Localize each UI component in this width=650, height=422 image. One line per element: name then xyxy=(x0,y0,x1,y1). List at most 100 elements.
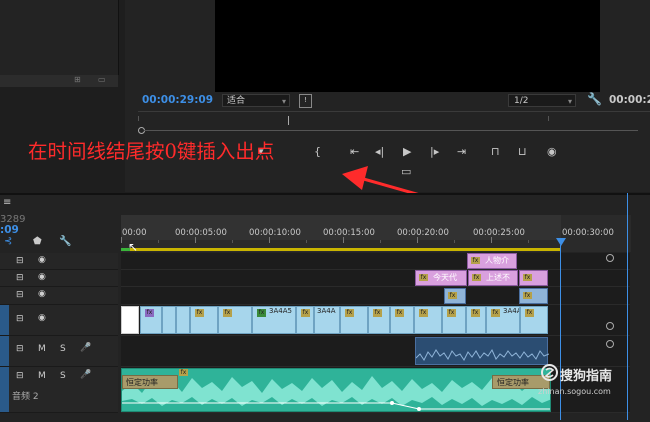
clip-name: 人物介 xyxy=(485,256,509,265)
ruler-label: 00:00:10:00 xyxy=(249,228,301,238)
track-scroll-handle[interactable] xyxy=(606,254,614,262)
microphone-icon[interactable]: 🎤 xyxy=(80,343,91,353)
video-clip[interactable]: fx xyxy=(296,306,314,334)
eye-icon[interactable]: ◉ xyxy=(38,313,46,323)
sequence-duration: 00:00:2 xyxy=(609,94,650,106)
sync-lock-icon[interactable]: ⊟ xyxy=(16,256,24,266)
audio-transition[interactable]: 恒定功率 xyxy=(122,375,178,389)
fit-dropdown[interactable]: 适合 ▾ xyxy=(222,94,290,107)
fx-badge-icon: fx xyxy=(448,292,457,299)
sync-lock-icon[interactable]: ⊟ xyxy=(16,314,24,324)
playhead-timecode[interactable]: 00:00:29:09 xyxy=(142,94,213,106)
mute-button[interactable]: M xyxy=(38,371,46,381)
trash-icon[interactable]: ▭ xyxy=(98,75,106,84)
fx-badge-icon: fx xyxy=(223,309,232,317)
program-monitor-viewer[interactable] xyxy=(215,0,600,92)
source-patch[interactable] xyxy=(0,367,9,412)
track-scroll-handle[interactable] xyxy=(606,322,614,330)
wrench-icon[interactable]: 🔧 xyxy=(587,92,602,106)
overlay-clip[interactable]: fx xyxy=(444,288,466,304)
fx-badge-icon: fx xyxy=(523,292,532,299)
video-clip[interactable]: fx xyxy=(190,306,218,334)
menu-icon[interactable]: ≡ xyxy=(3,197,11,208)
fx-badge-icon: fx xyxy=(257,309,266,317)
clip-name: 今天代 xyxy=(433,273,457,282)
sync-lock-icon[interactable]: ⊟ xyxy=(16,273,24,283)
timeline-ruler[interactable]: 00:00 00:00:05:00 00:00:10:00 00:00:15:0… xyxy=(121,215,561,252)
track-header-v3: ⊟ ◉ xyxy=(0,270,118,287)
snap-icon[interactable]: ⊰ xyxy=(4,236,12,247)
video-clip[interactable]: fx xyxy=(414,306,442,334)
video-clip[interactable]: fx xyxy=(140,306,162,334)
sync-lock-icon[interactable]: ⊟ xyxy=(16,290,24,300)
monitor-zoom-scrollbar[interactable] xyxy=(138,127,638,135)
cursor-icon: ↖ xyxy=(128,240,139,254)
go-to-out-icon[interactable]: ⇥ xyxy=(457,145,466,159)
video-clip[interactable]: fx xyxy=(520,306,548,334)
mute-button[interactable]: M xyxy=(38,344,46,354)
go-to-in-icon[interactable]: ⇤ xyxy=(350,145,359,159)
title-clip[interactable]: fx 人物介 xyxy=(467,253,517,269)
overlay-clip[interactable]: fx xyxy=(519,288,548,304)
video-clip[interactable]: fx 3A4A5 xyxy=(252,306,296,334)
watermark-brand: 搜狗指南 xyxy=(560,369,613,384)
project-panel xyxy=(0,0,119,75)
playhead-handle[interactable] xyxy=(556,238,566,246)
tool-icon[interactable]: ⊞ xyxy=(74,75,81,84)
sogou-logo-icon xyxy=(541,364,558,381)
title-clip[interactable]: fx 今天代 xyxy=(415,270,467,286)
audio-clip[interactable]: 恒定功率 fx 恒定功率 xyxy=(121,368,551,412)
video-clip[interactable]: fx xyxy=(390,306,414,334)
sync-lock-icon[interactable]: ⊟ xyxy=(16,371,24,381)
resolution-dropdown[interactable]: 1/2 ▾ xyxy=(508,94,576,107)
track-header-v1: ⊟ ◉ xyxy=(0,305,118,336)
fx-badge-icon: fx xyxy=(395,309,404,317)
lift-icon[interactable]: ⊓ xyxy=(491,145,500,159)
fit-dropdown-value: 适合 xyxy=(227,96,246,106)
mark-in-icon[interactable]: { xyxy=(314,145,321,159)
ruler-label: 00:00:15:00 xyxy=(323,228,375,238)
video-clip[interactable]: fx xyxy=(442,306,466,334)
track-v3[interactable] xyxy=(121,270,630,287)
source-patch[interactable] xyxy=(0,305,9,335)
camera-icon[interactable]: ◉ xyxy=(547,145,557,159)
sync-lock-icon[interactable]: ⊟ xyxy=(16,344,24,354)
source-patch[interactable] xyxy=(0,336,9,366)
fx-badge-icon: fx xyxy=(447,309,456,317)
title-clip[interactable]: fx xyxy=(519,270,548,286)
solo-button[interactable]: S xyxy=(60,371,66,381)
video-clip[interactable] xyxy=(176,306,190,334)
track-v2[interactable] xyxy=(121,287,630,305)
resolution-dropdown-value: 1/2 xyxy=(514,96,529,106)
video-clip[interactable]: fx xyxy=(368,306,390,334)
audio-clip[interactable] xyxy=(415,337,550,365)
eye-icon[interactable]: ◉ xyxy=(38,272,46,282)
video-clip[interactable]: fx 3A4A537 xyxy=(486,306,520,334)
monitor-time-ruler[interactable] xyxy=(138,111,650,128)
fx-badge-icon: fx xyxy=(471,257,480,264)
marker-icon[interactable]: ⬟ xyxy=(33,236,42,247)
video-clip[interactable]: fx xyxy=(218,306,252,334)
solo-button[interactable]: S xyxy=(60,344,66,354)
fx-badge-icon: fx xyxy=(373,309,382,317)
eye-icon[interactable]: ◉ xyxy=(38,289,46,299)
track-v4[interactable] xyxy=(121,253,630,270)
eye-icon[interactable]: ◉ xyxy=(38,255,46,265)
track-scroll-handle[interactable] xyxy=(606,340,614,348)
video-clip[interactable] xyxy=(121,306,139,334)
wrench-icon[interactable]: 🔧 xyxy=(59,236,71,247)
video-clip[interactable]: fx xyxy=(466,306,486,334)
microphone-icon[interactable]: 🎤 xyxy=(80,370,91,380)
title-clip[interactable]: fx 上述不 xyxy=(468,270,518,286)
video-clip[interactable]: fx xyxy=(340,306,368,334)
step-forward-icon[interactable]: |▸ xyxy=(430,145,439,159)
step-back-icon[interactable]: ◂| xyxy=(375,145,384,159)
audio-waveform xyxy=(415,348,550,361)
video-clip[interactable]: 3A4A xyxy=(314,306,340,334)
video-clip[interactable] xyxy=(162,306,176,334)
play-icon[interactable]: ▶ xyxy=(403,145,411,159)
timeline-timecode[interactable]: :09 xyxy=(0,224,19,236)
extract-icon[interactable]: ⊔ xyxy=(518,145,527,159)
clip-name: 3A4A5 xyxy=(269,307,292,315)
settings-icon[interactable]: ! xyxy=(299,94,312,108)
